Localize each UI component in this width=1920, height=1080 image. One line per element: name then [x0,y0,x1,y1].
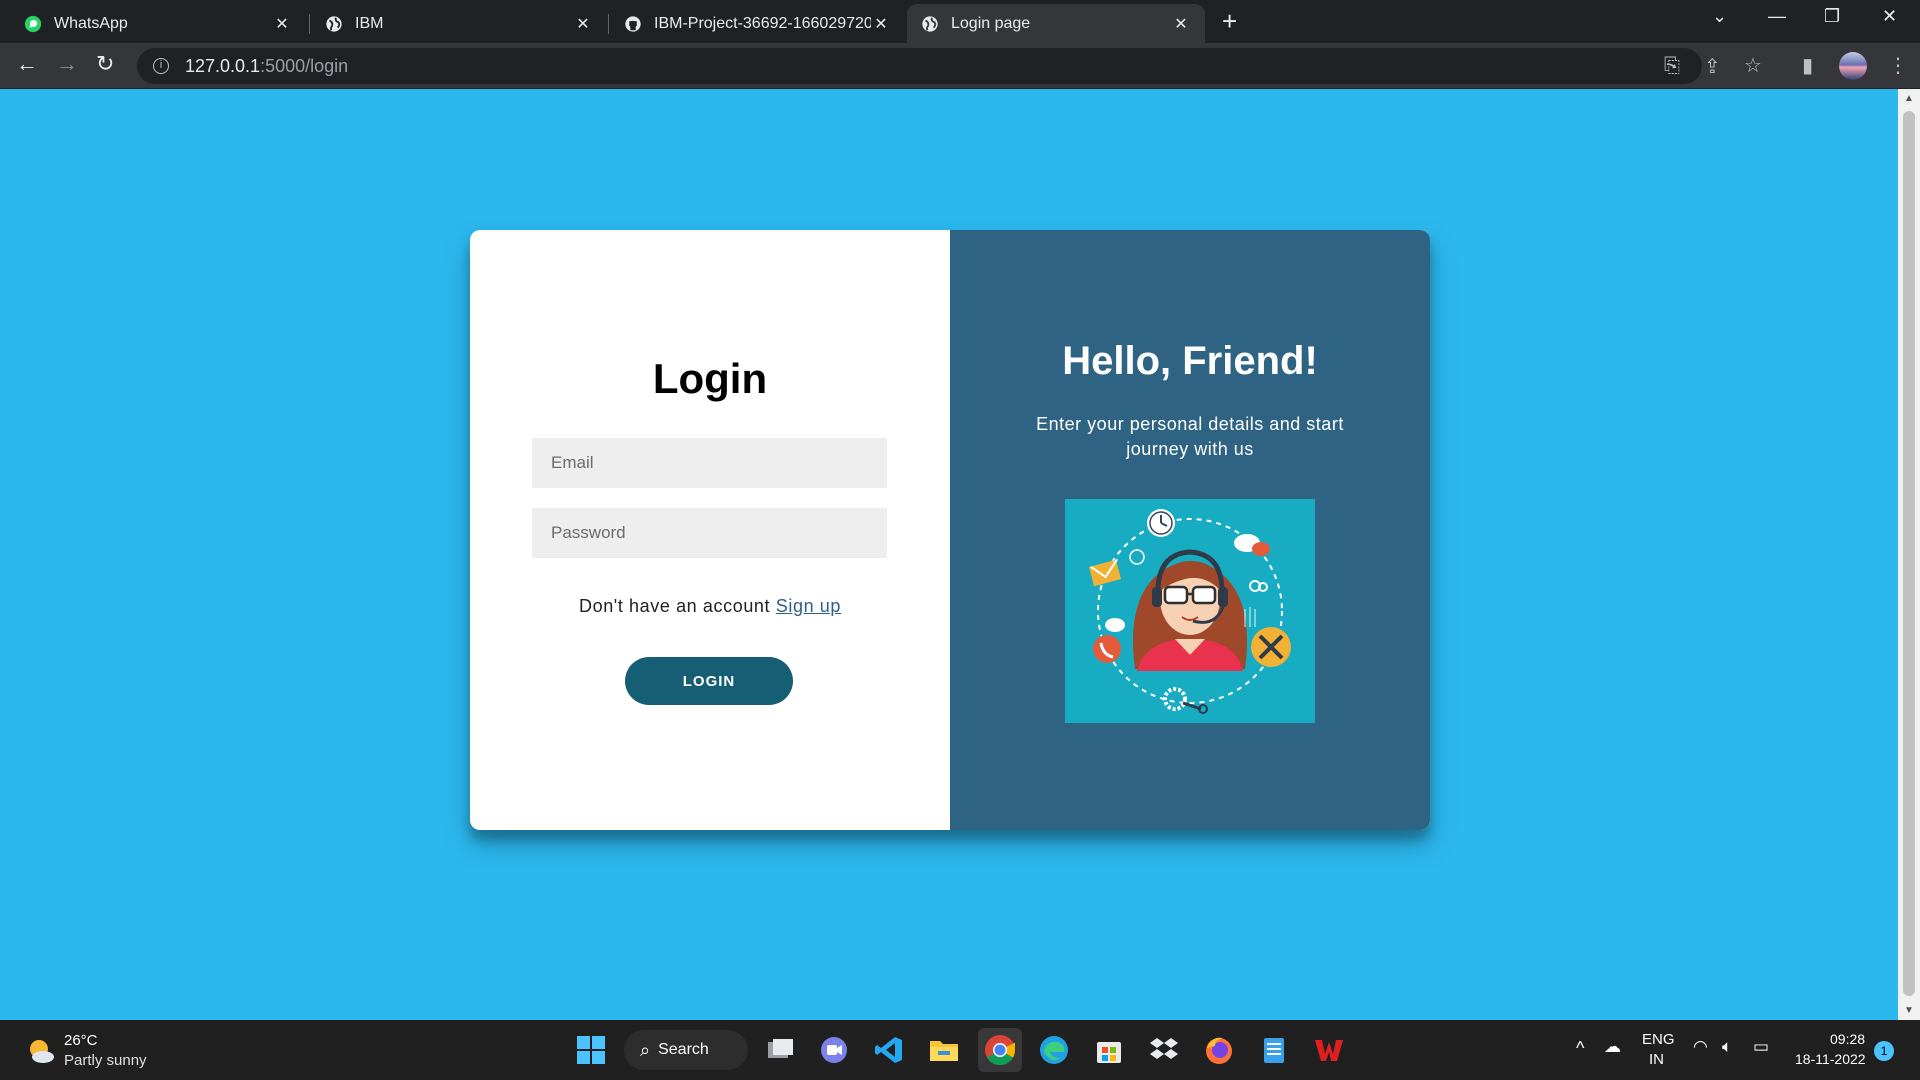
windows-taskbar: 26°C Partly sunny ⌕ Search ^ ☁ ENG IN ◠ … [0,1020,1920,1080]
task-view-icon[interactable] [764,1034,796,1066]
chrome-taskbar-item[interactable] [978,1028,1022,1072]
no-account-text: Don't have an account [578,596,771,616]
tab-divider [309,14,310,34]
email-field[interactable] [532,438,887,488]
tab-title: Login page [951,14,1031,32]
tab-divider [608,14,609,34]
wifi-icon[interactable]: ◠ [1693,1037,1708,1057]
password-field[interactable] [532,508,887,558]
bookmark-star-icon[interactable]: ☆ [1744,53,1762,78]
profile-avatar[interactable] [1839,52,1867,80]
tab-search-icon[interactable]: ⌄ [1712,6,1727,27]
scroll-down-icon[interactable]: ▼ [1904,1005,1914,1016]
tab-github[interactable]: IBM-Project-36692-1660297202/ ✕ [610,4,905,43]
notification-badge[interactable]: 1 [1874,1041,1894,1061]
volume-icon[interactable]: 🔈︎ [1722,1037,1732,1057]
language-secondary[interactable]: IN [1649,1051,1664,1068]
dropbox-icon[interactable] [1148,1034,1180,1066]
new-tab-button[interactable]: + [1222,6,1237,37]
translate-icon[interactable]: ⎘ [1664,55,1680,78]
wps-office-icon[interactable] [1313,1034,1345,1066]
teams-chat-icon[interactable] [818,1034,850,1066]
welcome-text: Enter your personal details and start jo… [1036,414,1344,459]
search-icon: ⌕ [640,1039,651,1060]
chrome-icon [985,1035,1015,1066]
browser-toolbar: ← → ↻ i 127.0.0.1:5000/login ⎘ ⇪ ☆ ▮ ⋮ [0,43,1920,89]
close-icon[interactable]: ✕ [1171,14,1191,34]
reload-button[interactable]: ↻ [96,51,114,77]
tab-title: IBM-Project-36692-1660297202/ [654,14,871,32]
login-card: Login Don't have an account Sign up LOGI… [470,230,1430,830]
scrollbar-thumb[interactable] [1903,111,1915,996]
battery-icon[interactable]: ▭ [1753,1037,1769,1057]
side-panel-icon[interactable]: ▮ [1802,53,1813,78]
tab-login-page[interactable]: Login page ✕ [907,4,1205,43]
share-icon[interactable]: ⇪ [1704,54,1721,79]
login-title: Login [652,355,768,402]
url-host: 127.0.0.1 [185,55,261,76]
back-button[interactable]: ← [16,51,38,77]
windows-start-icon[interactable] [575,1034,607,1066]
url-path: :5000/login [260,55,349,76]
support-illustration [1065,499,1315,723]
close-icon[interactable]: ✕ [573,14,593,34]
scroll-up-icon[interactable]: ▲ [1904,93,1914,104]
login-button[interactable]: LOGIN [625,657,793,705]
close-icon[interactable]: ✕ [272,14,292,34]
weather-description[interactable]: Partly sunny [64,1052,147,1069]
tab-whatsapp[interactable]: WhatsApp ✕ [10,4,306,43]
whatsapp-icon [24,15,42,32]
onedrive-icon[interactable]: ☁ [1604,1037,1621,1057]
file-explorer-icon[interactable] [928,1034,960,1066]
browser-tabstrip: WhatsApp ✕ IBM ✕ IBM-Project-36692-16602… [0,0,1920,43]
window-close-button[interactable]: ✕ [1882,6,1897,27]
welcome-panel: Hello, Friend! Enter your personal detai… [950,230,1430,830]
edge-icon[interactable] [1038,1034,1070,1066]
signup-prompt: Don't have an account Sign up [470,596,950,617]
tab-ibm[interactable]: IBM ✕ [311,4,607,43]
globe-icon [922,15,938,32]
welcome-title: Hello, Friend! [1062,339,1318,383]
login-form-panel: Login Don't have an account Sign up LOGI… [470,230,950,830]
globe-icon [326,15,342,32]
github-icon [625,15,641,32]
minimize-button[interactable]: — [1768,6,1786,27]
vscode-icon[interactable] [873,1034,905,1066]
tab-title: IBM [355,14,384,32]
close-icon[interactable]: ✕ [871,14,891,34]
restore-button[interactable]: ❐ [1824,6,1840,27]
language-primary[interactable]: ENG [1642,1031,1675,1048]
clock-time[interactable]: 09:28 [1830,1031,1865,1047]
page-background: Login Don't have an account Sign up LOGI… [0,89,1898,1020]
page-scrollbar[interactable]: ▲ ▼ [1898,89,1920,1020]
search-label: Search [658,1041,709,1058]
info-icon[interactable]: i [153,58,169,74]
tab-title: WhatsApp [54,14,128,32]
forward-button[interactable]: → [56,51,78,77]
support-agent-image [1088,509,1291,714]
address-bar[interactable]: i 127.0.0.1:5000/login ⎘ ⇪ ☆ [137,48,1762,84]
partly-sunny-icon [30,1040,54,1063]
show-hidden-icons-chevron[interactable]: ^ [1576,1038,1584,1059]
microsoft-store-icon[interactable] [1093,1034,1125,1066]
menu-icon[interactable]: ⋮ [1888,53,1908,78]
signup-link[interactable]: Sign up [776,596,841,616]
weather-temperature[interactable]: 26°C [64,1032,98,1049]
taskbar-search-button[interactable]: ⌕ Search [624,1030,748,1070]
clock-date[interactable]: 18-11-2022 [1795,1051,1866,1067]
firefox-icon[interactable] [1203,1034,1235,1066]
notepad-icon[interactable] [1258,1034,1290,1066]
